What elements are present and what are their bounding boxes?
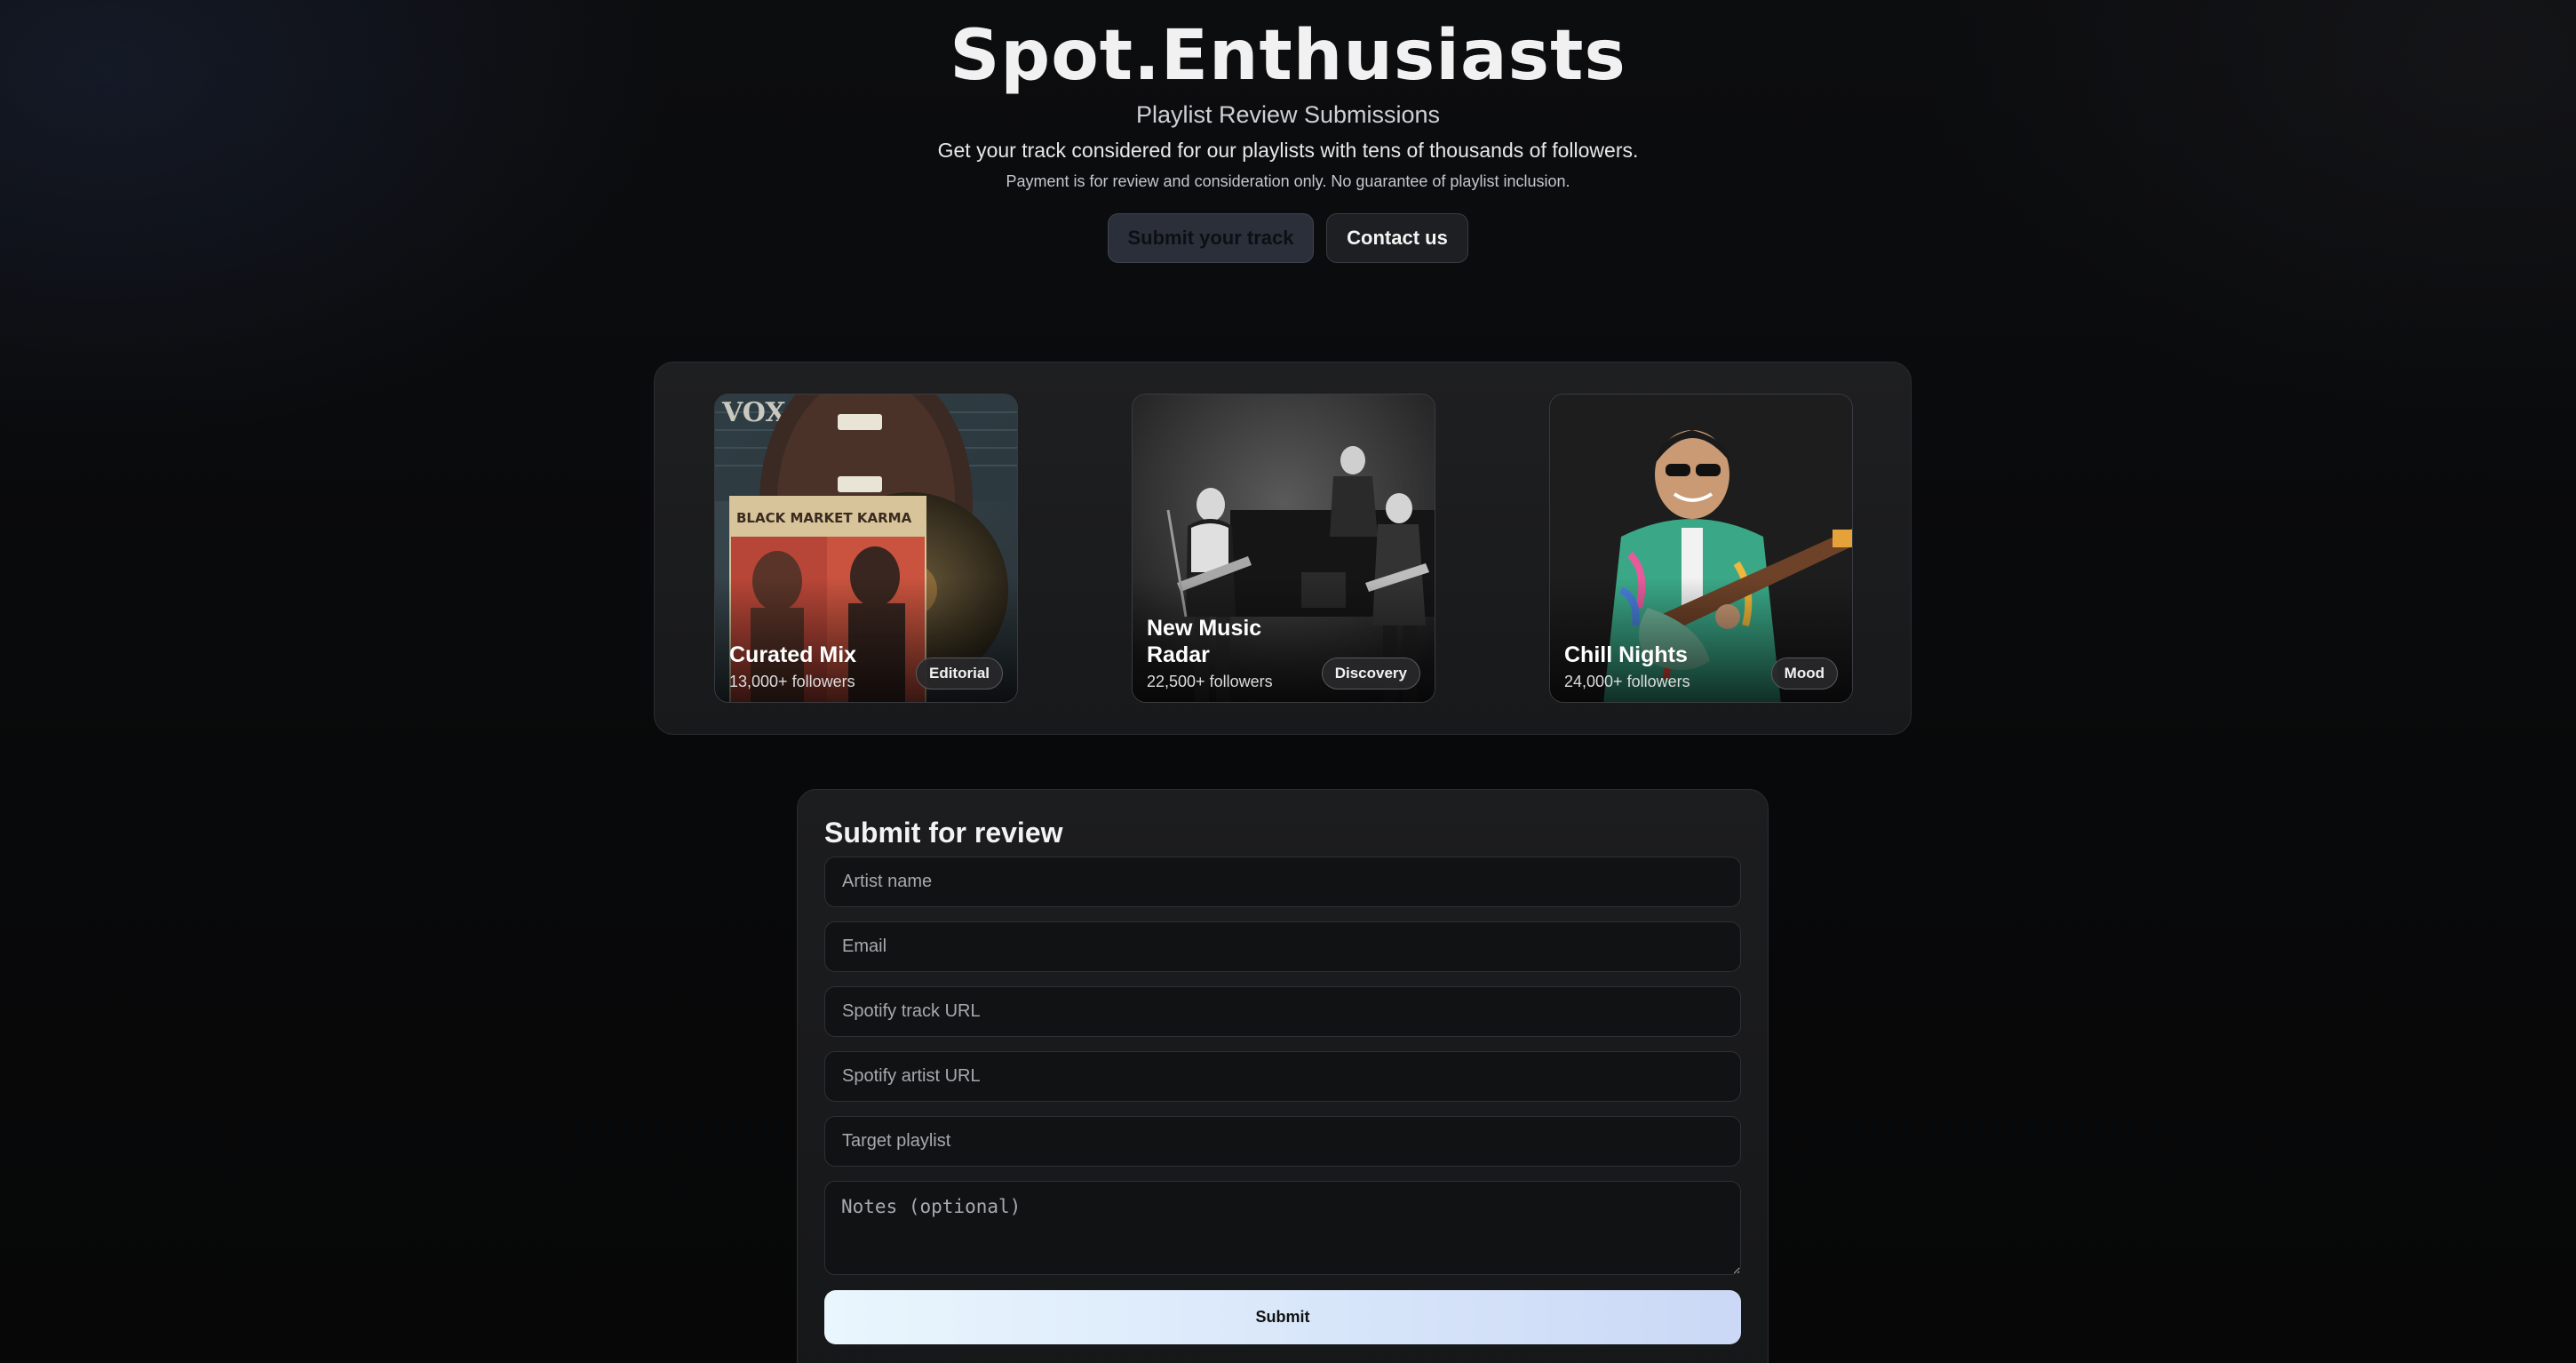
email-input[interactable]: [824, 921, 1741, 972]
submit-track-button[interactable]: Submit your track: [1108, 213, 1314, 263]
site-title: Spot.Enthusiasts: [950, 16, 1626, 96]
playlist-followers: 13,000+ followers: [729, 673, 855, 690]
playlist-card-curated-mix[interactable]: VOX BLACK MARKET KARMA Curated Mix 13,00…: [714, 394, 1018, 703]
payment-disclaimer: Payment is for review and consideration …: [1006, 172, 1570, 190]
playlist-followers: 22,500+ followers: [1147, 673, 1273, 690]
target-playlist-input[interactable]: [824, 1116, 1741, 1167]
artist-name-input[interactable]: [824, 857, 1741, 907]
notes-textarea[interactable]: [824, 1181, 1741, 1275]
form-title: Submit for review: [824, 817, 1063, 849]
playlist-badge: Mood: [1770, 658, 1838, 689]
playlist-showcase: VOX BLACK MARKET KARMA Curated Mix 13,00…: [654, 362, 1912, 735]
hero-actions: Submit your track Contact us: [0, 213, 2576, 263]
playlist-followers: 24,000+ followers: [1564, 673, 1690, 690]
playlist-name: Chill Nights: [1564, 642, 1688, 667]
submit-button[interactable]: Submit: [824, 1290, 1741, 1344]
page-subtitle: Playlist Review Submissions: [1135, 101, 1441, 128]
tagline: Get your track considered for our playli…: [937, 139, 1639, 162]
playlist-card-chill-nights[interactable]: Chill Nights 24,000+ followers Mood: [1549, 394, 1853, 703]
playlist-name: New Music Radar: [1147, 616, 1262, 667]
playlist-badge: Editorial: [915, 658, 1003, 689]
vox-logo: VOX: [721, 397, 786, 428]
spotify-track-url-input[interactable]: [824, 986, 1741, 1037]
spotify-artist-url-input[interactable]: [824, 1051, 1741, 1102]
playlist-card-new-music-radar[interactable]: New Music Radar 22,500+ followers Discov…: [1132, 394, 1435, 703]
poster-text: BLACK MARKET KARMA: [736, 510, 912, 526]
review-submission-form: Submit for review Submit: [797, 789, 1769, 1363]
contact-us-button[interactable]: Contact us: [1326, 213, 1468, 263]
playlist-badge: Discovery: [1321, 658, 1420, 689]
playlist-name: Curated Mix: [729, 642, 857, 667]
